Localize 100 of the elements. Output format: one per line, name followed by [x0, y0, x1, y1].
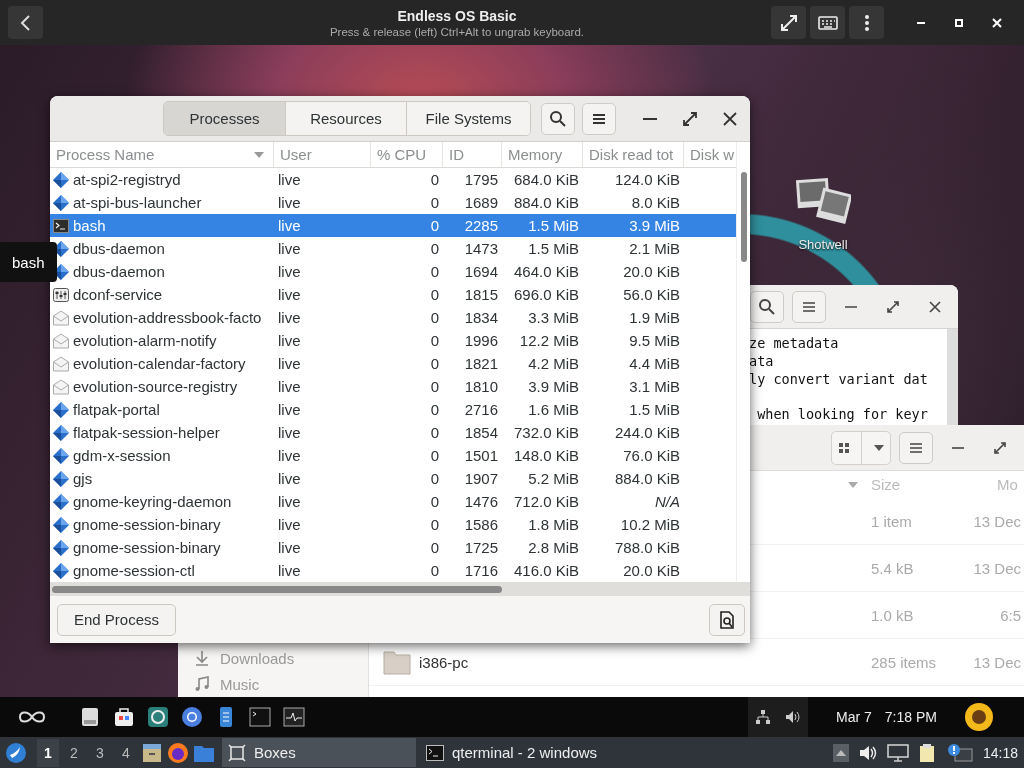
monitor-icon[interactable]	[886, 743, 909, 762]
process-name: evolution-source-registry	[73, 378, 238, 395]
tab[interactable]: File Systems	[406, 102, 530, 135]
process-row[interactable]: gjs live 0 1907 5.2 MiB 884.0 KiB	[50, 467, 736, 490]
table-cell: 1795	[464, 171, 498, 188]
process-row[interactable]: gdm-x-session live 0 1501 148.0 KiB 76.0 KiB	[50, 444, 736, 467]
activity-monitor-icon[interactable]	[283, 706, 305, 728]
keyboard-button[interactable]	[810, 6, 845, 39]
terminal-line: ly convert variant dat	[749, 370, 929, 388]
table-cell: 1821	[464, 355, 498, 372]
file-name[interactable]: i386-pc	[419, 653, 469, 671]
workspace-button[interactable]: 3	[89, 738, 111, 767]
process-row[interactable]: evolution-calendar-factory live 0 1821 4.2 MiB 4.4 MiB	[50, 352, 736, 375]
terminal-icon[interactable]	[249, 706, 271, 728]
process-row[interactable]: gnome-session-ctl live 0 1716 416.0 KiB 20.0 KiB	[50, 559, 736, 582]
table-cell: 4.4 MiB	[629, 355, 680, 372]
volume-icon[interactable]	[785, 709, 801, 725]
volume-icon[interactable]	[858, 744, 877, 761]
drive-icon[interactable]	[79, 706, 101, 728]
table-cell: 0	[430, 171, 439, 188]
table-cell: 5.2 MiB	[528, 470, 579, 487]
tooltip: bash	[0, 242, 57, 282]
minimize-icon	[917, 21, 925, 24]
tab[interactable]: Processes	[164, 102, 285, 135]
sort-arrow-icon	[253, 150, 265, 159]
back-button[interactable]	[8, 6, 43, 39]
process-row[interactable]: gnome-session-binary live 0 1725 2.8 MiB 788.0 KiB	[50, 536, 736, 559]
table-cell: 2.1 MiB	[629, 240, 680, 257]
app-icon[interactable]	[147, 706, 169, 728]
table-cell: live	[278, 217, 301, 234]
search-icon	[758, 297, 776, 316]
task-button[interactable]: qterminal - 2 windows	[420, 738, 640, 767]
maximize-icon	[993, 440, 1007, 455]
start-menu-icon[interactable]	[5, 741, 27, 764]
window-title: Endless OS Basic	[397, 7, 517, 24]
process-row[interactable]: dconf-service live 0 1815 696.0 KiB 56.0 KiB	[50, 283, 736, 306]
scrollbar-thumb[interactable]	[52, 586, 502, 593]
process-row[interactable]: bash live 0 2285 1.5 MiB 3.9 MiB	[50, 214, 736, 237]
table-cell: 244.0 KiB	[614, 424, 680, 441]
process-name: at-spi-bus-launcher	[73, 194, 202, 211]
network-icon[interactable]	[755, 709, 771, 725]
process-row[interactable]: flatpak-session-helper live 0 1854 732.0 KiB 244.0 KiB	[50, 421, 736, 444]
keyboard-icon	[817, 15, 838, 30]
diamond-icon	[53, 470, 69, 487]
search-button[interactable]	[750, 290, 784, 323]
process-name: dconf-service	[73, 286, 163, 303]
caret-icon	[872, 443, 885, 452]
search-button[interactable]	[541, 102, 575, 135]
process-row[interactable]: gnome-session-binary live 0 1586 1.8 MiB 10.2 MiB	[50, 513, 736, 536]
workspace-button[interactable]: 2	[63, 738, 85, 767]
terminal-line: when looking for keyr	[756, 405, 929, 423]
process-row[interactable]: at-spi2-registryd live 0 1795 684.0 KiB 124.0 KiB	[50, 168, 736, 191]
boxes-icon	[228, 743, 246, 762]
diamond-icon	[53, 424, 69, 441]
table-cell: 0	[430, 516, 439, 533]
process-row[interactable]: evolution-alarm-notify live 0 1996 12.2 MiB 9.5 MiB	[50, 329, 736, 352]
table-cell: live	[278, 562, 301, 579]
infinity-icon[interactable]	[17, 710, 47, 724]
search-icon	[549, 109, 567, 128]
minimize-icon	[643, 117, 657, 120]
table-cell: 8.0 KiB	[631, 194, 680, 211]
tab[interactable]: Resources	[285, 102, 406, 135]
file-modified: 6:5	[999, 606, 1021, 624]
view-toggle-button[interactable]	[831, 430, 891, 465]
process-name: evolution-alarm-notify	[73, 332, 217, 349]
file-size: 5.4 kB	[871, 559, 915, 577]
process-row[interactable]: evolution-source-registry live 0 1810 3.9 MiB 3.1 MiB	[50, 375, 736, 398]
workspace-button[interactable]: 4	[115, 738, 137, 767]
shopping-bag-icon[interactable]	[113, 706, 135, 728]
table-cell: 0	[430, 286, 439, 303]
notification-icon[interactable]	[946, 742, 973, 763]
process-row[interactable]: gnome-keyring-daemon live 0 1476 712.0 KiB N/A	[50, 490, 736, 513]
minimize-icon	[952, 446, 964, 449]
column-header[interactable]: % CPU	[371, 142, 443, 167]
file-cabinet-icon[interactable]	[141, 741, 163, 764]
task-button[interactable]: Boxes	[222, 738, 416, 767]
properties-button[interactable]	[709, 603, 745, 636]
workspace-button[interactable]: 1	[37, 738, 59, 767]
clock: 14:18	[982, 744, 1018, 761]
table-cell: live	[278, 355, 301, 372]
more-button[interactable]	[849, 6, 884, 39]
table-cell: 12.2 MiB	[519, 332, 579, 349]
fullscreen-button[interactable]	[771, 6, 806, 39]
browser-icon[interactable]	[181, 706, 203, 728]
sunflower-icon[interactable]	[964, 702, 994, 732]
process-row[interactable]: flatpak-portal live 0 2716 1.6 MiB 1.5 MiB	[50, 398, 736, 421]
end-process-button[interactable]: End Process	[57, 603, 177, 636]
process-row[interactable]: at-spi-bus-launcher live 0 1689 884.0 KiB 8.0 KiB	[50, 191, 736, 214]
diamond-icon	[53, 516, 69, 533]
photo-stack-icon[interactable]	[795, 175, 851, 227]
table-cell: 20.0 KiB	[623, 562, 680, 579]
menu-button[interactable]	[582, 102, 616, 135]
process-row[interactable]: evolution-addressbook-facto live 0 1834 3.3 MiB 1.9 MiB	[50, 306, 736, 329]
process-name: gnome-session-ctl	[73, 562, 195, 579]
menu-icon	[592, 112, 606, 125]
table-cell: live	[278, 493, 301, 510]
process-name: gjs	[73, 470, 93, 487]
clipboard-icon[interactable]	[918, 742, 937, 763]
scrollbar-thumb[interactable]	[741, 172, 747, 262]
table-cell: 0	[430, 424, 439, 441]
